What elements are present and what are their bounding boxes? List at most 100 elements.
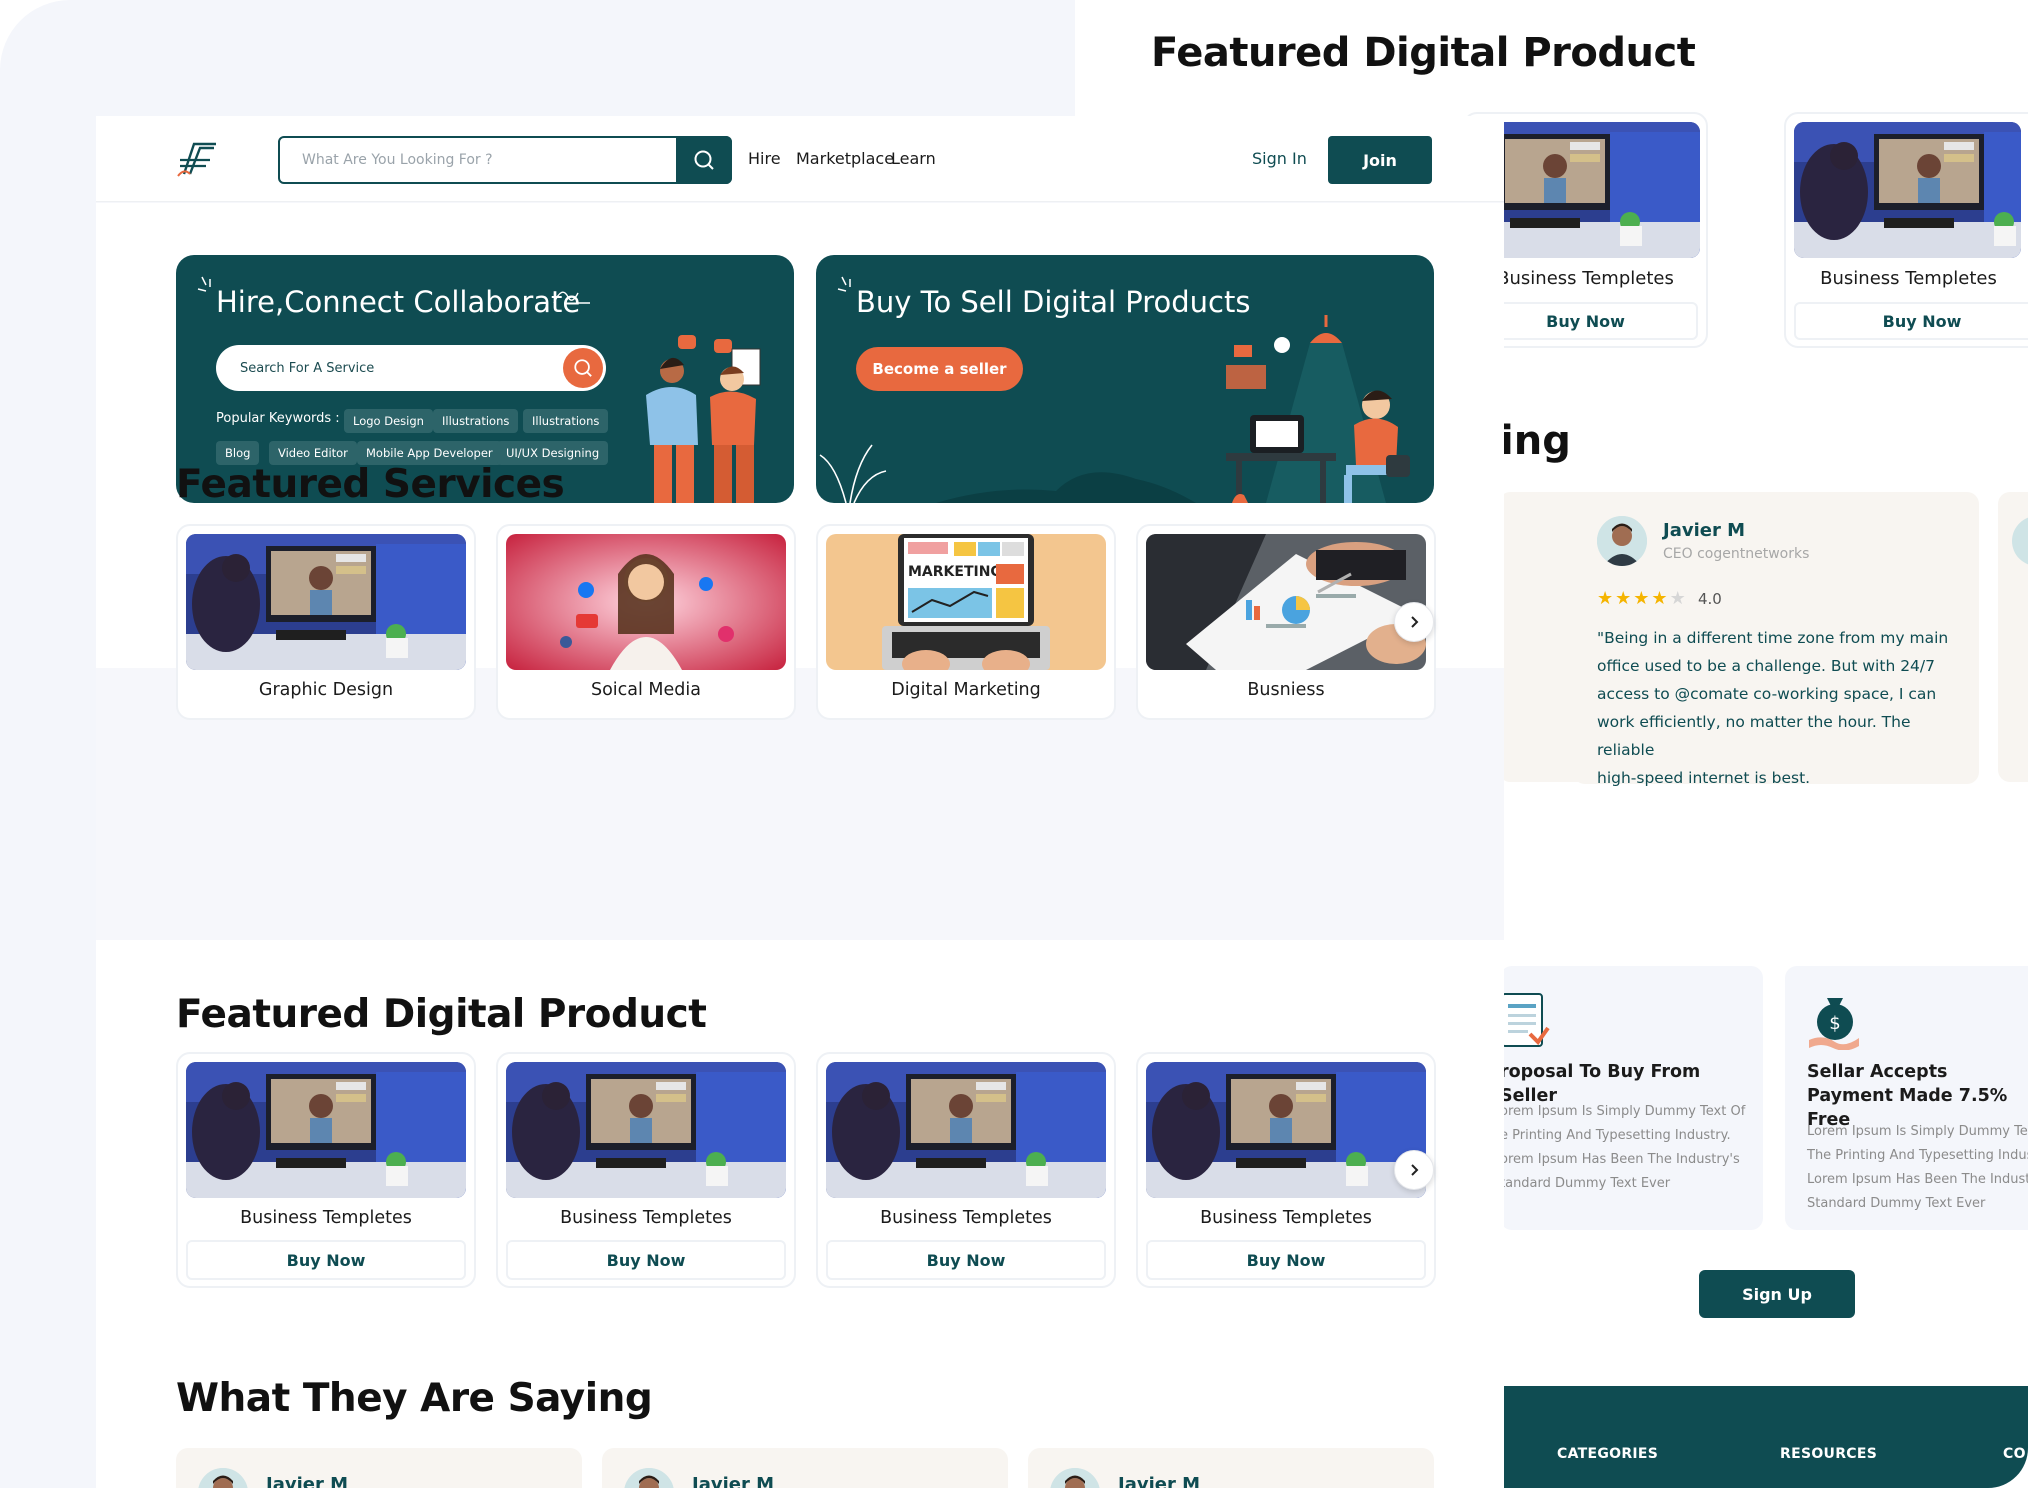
sign-in-link[interactable]: Sign In (1252, 149, 1307, 168)
step-text: tandard Dummy Text Ever (1500, 1176, 1671, 1191)
become-a-seller-button[interactable]: Become a seller (856, 347, 1023, 391)
testimonials-title: What They Are Saying (176, 1376, 653, 1421)
star-rating: ★★★★★ (1597, 588, 1688, 609)
testimonial-role: CEO cogentnetworks (1663, 546, 1810, 562)
step-text: e Printing And Typesetting Industry. (1500, 1128, 1731, 1143)
featured-products-title: Featured Digital Product (1151, 30, 1696, 76)
keyword-chip[interactable]: Illustrations (433, 409, 519, 433)
step-text: The Printing And Typesetting Indus (1807, 1148, 2028, 1163)
sparkle-icon (197, 276, 211, 292)
buy-now-button[interactable]: Buy Now (1146, 1240, 1426, 1280)
services-next-arrow[interactable] (1394, 602, 1434, 642)
testimonial-name: Javier M (266, 1474, 349, 1488)
service-card-graphic-design[interactable]: Graphic Design (176, 524, 476, 720)
step-text: Lorem Ipsum Has Been The Industr (1807, 1172, 2028, 1187)
global-search (278, 136, 732, 184)
search-input[interactable] (280, 138, 676, 182)
testimonial-name: Javier M (1118, 1474, 1201, 1488)
rating-value: 4.0 (1698, 590, 1722, 608)
star-icon: ★ (1615, 588, 1634, 609)
buy-now-button[interactable]: Buy Now (1794, 302, 2028, 340)
document-icon (1501, 993, 1550, 1047)
avatar (198, 1468, 248, 1488)
popular-keywords-label: Popular Keywords : (216, 411, 340, 426)
product-thumbnail (186, 1062, 466, 1198)
testimonial-quote: "Being in a different time zone from my … (1597, 624, 1967, 792)
plant-doodle (819, 444, 887, 503)
star-icon: ★ (1633, 588, 1652, 609)
hire-banner-title: Hire,Connect Collaborate (216, 285, 581, 319)
step-text: Standard Dummy Text Ever (1807, 1196, 1986, 1211)
service-search-input[interactable] (216, 345, 546, 391)
step-text: Lorem Ipsum Is Simply Dummy Text (1807, 1124, 2028, 1139)
service-search-button[interactable] (563, 348, 603, 388)
chevron-right-icon (1411, 1164, 1419, 1176)
avatar (2012, 516, 2028, 566)
testimonial-card: Javier M (176, 1448, 582, 1488)
product-name: Business Templetes (560, 1208, 732, 1228)
buy-now-button[interactable]: Buy Now (186, 1240, 466, 1280)
sparkle-icon (837, 276, 851, 292)
search-icon (694, 150, 714, 170)
service-name: Graphic Design (258, 680, 394, 700)
svg-text:MARKETING: MARKETING (908, 564, 1002, 580)
money-bag-icon: $ (1809, 998, 1859, 1050)
product-name: Business Templetes (880, 1208, 1052, 1228)
sign-up-button[interactable]: Sign Up (1699, 1270, 1855, 1318)
service-thumbnail (506, 534, 786, 670)
product-card[interactable]: Business Templetes Buy Now (1136, 1052, 1436, 1288)
star-icon: ★ (1651, 588, 1670, 609)
seller-banner-title: Buy To Sell Digital Products (856, 285, 1251, 319)
hill-shape (936, 472, 1196, 503)
desk-illustration (1226, 315, 1410, 503)
nav-link-learn[interactable]: Learn (891, 149, 936, 168)
featured-products-title: Featured Digital Product (176, 992, 707, 1037)
service-name: Soical Media (590, 680, 701, 700)
testimonial-card-partial (1998, 492, 2028, 782)
main-page: Hire Marketplace Learn Sign In Join Hire… (96, 116, 1504, 1488)
step-text: orem Ipsum Has Been The Industry's (1500, 1152, 1740, 1167)
featured-products-section: Featured Digital Product Business Temple… (96, 940, 1504, 1488)
product-thumbnail (1146, 1062, 1426, 1198)
product-thumbnail (506, 1062, 786, 1198)
keyword-chip[interactable]: Logo Design (344, 409, 433, 433)
service-card-business[interactable]: Busniess (1136, 524, 1436, 720)
product-card[interactable]: Business Templetes Buy Now (496, 1052, 796, 1288)
product-card[interactable]: Business Templetes Buy Now (176, 1052, 476, 1288)
brand-logo[interactable] (176, 138, 220, 178)
product-name: Business Templetes (240, 1208, 412, 1228)
quote-line: work efficiently, no matter the hour. Th… (1597, 713, 1911, 759)
footer-heading-categories: CATEGORIES (1557, 1446, 1659, 1462)
buy-now-button[interactable]: Buy Now (506, 1240, 786, 1280)
search-button[interactable] (676, 136, 732, 184)
star-icon: ★ (1669, 588, 1688, 609)
nav-link-marketplace[interactable]: Marketplace (796, 149, 894, 168)
service-card-digital-marketing[interactable]: MARKETING Digital Marketing (816, 524, 1116, 720)
product-name: Business Templetes (1200, 1208, 1372, 1228)
service-thumbnail (186, 534, 466, 670)
product-card[interactable]: Business Templetes Buy Now (816, 1052, 1116, 1288)
nav-link-hire[interactable]: Hire (748, 149, 781, 168)
testimonial-card: Javier M (602, 1448, 1008, 1488)
avatar (1050, 1468, 1100, 1488)
product-thumbnail (1794, 122, 2021, 258)
product-card[interactable]: Business Templetes Buy Now (1784, 112, 2028, 348)
buy-now-button[interactable]: Buy Now (826, 1240, 1106, 1280)
join-button[interactable]: Join (1328, 136, 1432, 184)
quote-line: office used to be a challenge. But with … (1597, 657, 1935, 675)
svg-text:$: $ (1829, 1013, 1840, 1034)
top-navbar: Hire Marketplace Learn Sign In Join (96, 116, 1504, 202)
testimonial-card: Javier M CEO cogentnetworks ★★★★★ 4.0 "B… (1573, 492, 1979, 787)
testimonial-name: Javier M (1663, 520, 1746, 541)
star-icon: ★ (1597, 588, 1616, 609)
product-name: Business Templetes (1820, 268, 1997, 289)
service-card-social-media[interactable]: Soical Media (496, 524, 796, 720)
testimonial-name: Javier M (692, 1474, 775, 1488)
search-icon (574, 359, 592, 377)
section-title-fragment: ing (1500, 418, 1571, 464)
buy-now-button[interactable]: Buy Now (1473, 302, 1698, 340)
service-thumbnail (1146, 534, 1426, 670)
featured-services-title: Featured Services (176, 462, 565, 507)
products-next-arrow[interactable] (1394, 1150, 1434, 1190)
keyword-chip[interactable]: Illustrations (523, 409, 609, 433)
